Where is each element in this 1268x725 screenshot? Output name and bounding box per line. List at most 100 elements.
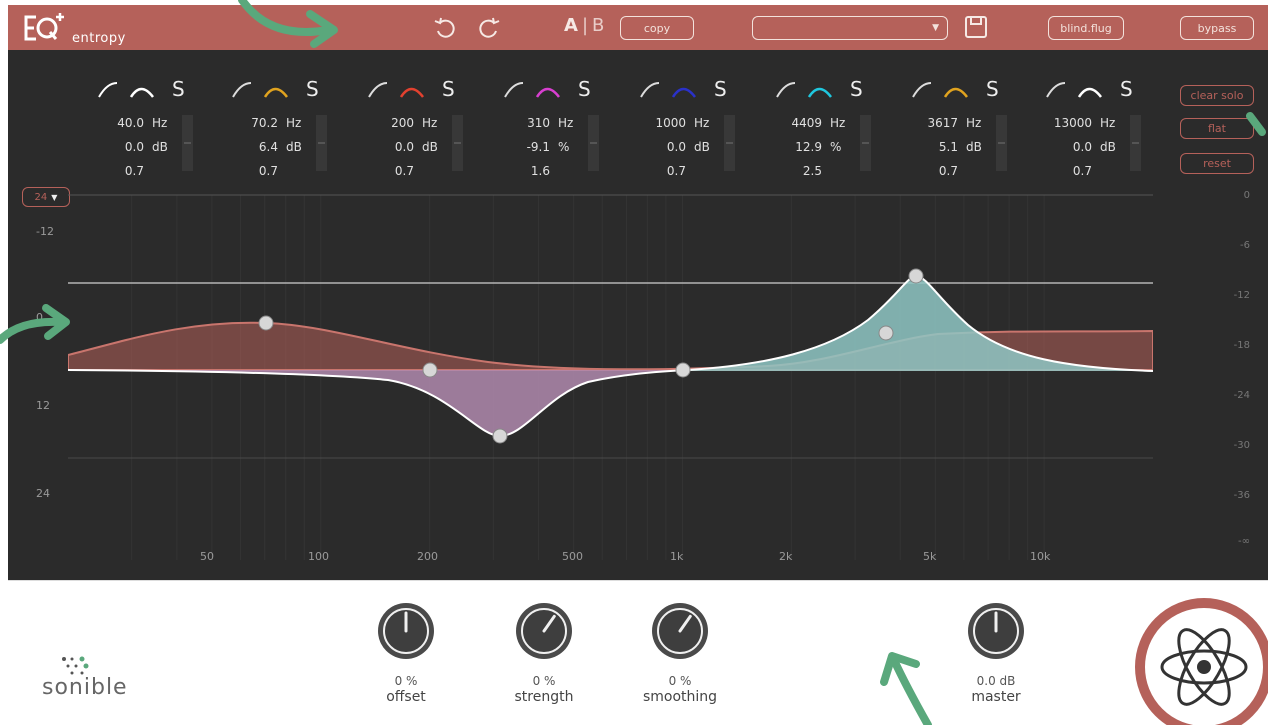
top-bar: entropy A | B copy ▼ blind.flug bypass xyxy=(8,5,1268,50)
plugin-panel: S 40.0 Hz 0.0 dB 0.7 S 70.2 Hz 6.4 dB 0.7 S 200 Hz 0.0 d… xyxy=(8,50,1268,580)
knob-strength[interactable]: 0 % strength xyxy=(484,581,604,716)
annotation-arrow-right-icon xyxy=(1246,112,1266,136)
band-handle[interactable] xyxy=(908,268,924,284)
band-handle[interactable] xyxy=(422,362,438,378)
redo-icon[interactable] xyxy=(476,15,502,41)
solo-button[interactable]: S xyxy=(850,77,863,101)
frequency-label: 2k xyxy=(779,550,793,563)
eq-graph[interactable] xyxy=(68,190,1153,560)
knob-dial-icon[interactable] xyxy=(650,601,710,661)
band-gain[interactable]: 0.0 xyxy=(624,135,686,159)
bottom-panel: sonible 0 % offset 0 % strength 0 % smoothing… xyxy=(8,580,1268,725)
preset-dropdown[interactable]: ▼ xyxy=(752,16,948,40)
level-label: -12 xyxy=(1233,290,1250,301)
band-q[interactable]: 2.5 xyxy=(760,159,822,183)
frequency-label: 100 xyxy=(308,550,329,563)
ab-b-label[interactable]: B xyxy=(592,15,604,36)
band-frequency-unit: Hz xyxy=(152,116,168,130)
band-7[interactable]: S 3617 Hz 5.1 dB 0.7 xyxy=(896,77,1026,187)
solo-button[interactable]: S xyxy=(578,77,591,101)
knob-dial-icon[interactable] xyxy=(966,601,1026,661)
chevron-down-icon: ▼ xyxy=(51,192,58,202)
bypass-button[interactable]: bypass xyxy=(1180,16,1254,40)
band-6[interactable]: S 4409 Hz 12.9% 2.5 xyxy=(760,77,890,187)
range-value: 24 xyxy=(34,191,48,203)
entropy-atom-icon[interactable] xyxy=(1134,597,1268,725)
band-gain[interactable]: 0.0 xyxy=(1030,135,1092,159)
clear-solo-button[interactable]: clear solo xyxy=(1180,85,1254,106)
band-4[interactable]: S 310 Hz -9.1% 1.6 xyxy=(488,77,618,187)
band-gain[interactable]: 12.9 xyxy=(760,135,822,159)
solo-button[interactable]: S xyxy=(714,77,727,101)
range-select[interactable]: 24 ▼ xyxy=(22,187,70,207)
knob-value: 0 % xyxy=(394,674,418,688)
band-gain[interactable]: 0.0 xyxy=(352,135,414,159)
level-label: -18 xyxy=(1233,340,1250,351)
band-1[interactable]: S 40.0 Hz 0.0 dB 0.7 xyxy=(82,77,212,187)
band-q[interactable]: 0.7 xyxy=(352,159,414,183)
level-label: -36 xyxy=(1233,490,1250,501)
knob-label: master xyxy=(971,689,1021,705)
save-icon[interactable] xyxy=(964,15,988,39)
band-handle[interactable] xyxy=(258,315,274,331)
ab-switch[interactable]: A | B xyxy=(564,15,604,36)
solo-button[interactable]: S xyxy=(986,77,999,101)
gain-label: 12 xyxy=(36,399,50,412)
band-frequency[interactable]: 40.0 xyxy=(82,111,144,135)
copy-button[interactable]: copy xyxy=(620,16,694,40)
band-frequency[interactable]: 13000 xyxy=(1030,111,1092,135)
band-handle[interactable] xyxy=(878,325,894,341)
band-q[interactable]: 0.7 xyxy=(624,159,686,183)
undo-icon[interactable] xyxy=(432,15,458,41)
band-3[interactable]: S 200 Hz 0.0 dB 0.7 xyxy=(352,77,482,187)
band-frequency[interactable]: 1000 xyxy=(624,111,686,135)
band-q[interactable]: 0.7 xyxy=(1030,159,1092,183)
band-frequency-unit: Hz xyxy=(286,116,302,130)
band-frequency[interactable]: 310 xyxy=(488,111,550,135)
band-frequency[interactable]: 70.2 xyxy=(216,111,278,135)
solo-button[interactable]: S xyxy=(442,77,455,101)
knob-master[interactable]: 0.0 dB master xyxy=(936,581,1056,716)
annotation-arrow-left-icon xyxy=(0,304,70,344)
frequency-label: 200 xyxy=(417,550,438,563)
band-q[interactable]: 0.7 xyxy=(896,159,958,183)
solo-button[interactable]: S xyxy=(306,77,319,101)
frequency-label: 5k xyxy=(923,550,937,563)
band-frequency-unit: Hz xyxy=(966,116,982,130)
band-q[interactable]: 1.6 xyxy=(488,159,550,183)
knob-offset[interactable]: 0 % offset xyxy=(346,581,466,716)
band-gain[interactable]: 5.1 xyxy=(896,135,958,159)
band-5[interactable]: S 1000 Hz 0.0 dB 0.7 xyxy=(624,77,754,187)
band-gain-unit: dB xyxy=(152,140,168,154)
band-gain-unit: dB xyxy=(422,140,438,154)
band-frequency[interactable]: 3617 xyxy=(896,111,958,135)
flat-button[interactable]: flat xyxy=(1180,118,1254,139)
frequency-label: 50 xyxy=(200,550,214,563)
band-q[interactable]: 0.7 xyxy=(216,159,278,183)
vendor-logo-text: sonible xyxy=(42,675,128,700)
sonible-logo-icon xyxy=(62,656,89,675)
band-gain-unit: % xyxy=(830,140,842,154)
band-frequency[interactable]: 200 xyxy=(352,111,414,135)
band-gain[interactable]: 0.0 xyxy=(82,135,144,159)
band-handle[interactable] xyxy=(492,428,508,444)
knob-dial-icon[interactable] xyxy=(514,601,574,661)
solo-button[interactable]: S xyxy=(172,77,185,101)
band-gain[interactable]: -9.1 xyxy=(488,135,550,159)
knob-dial-icon[interactable] xyxy=(376,601,436,661)
knob-smoothing[interactable]: 0 % smoothing xyxy=(620,581,740,716)
band-gain[interactable]: 6.4 xyxy=(216,135,278,159)
solo-button[interactable]: S xyxy=(1120,77,1133,101)
band-level-meter xyxy=(182,115,193,171)
band-8[interactable]: S 13000 Hz 0.0 dB 0.7 xyxy=(1030,77,1160,187)
band-handle[interactable] xyxy=(675,362,691,378)
blind-flug-button[interactable]: blind.flug xyxy=(1048,16,1124,40)
ab-a-label[interactable]: A xyxy=(564,15,578,36)
band-q[interactable]: 0.7 xyxy=(82,159,144,183)
band-frequency-unit: Hz xyxy=(1100,116,1116,130)
product-name: entropy xyxy=(72,31,126,46)
frequency-label: 10k xyxy=(1030,550,1051,563)
band-2[interactable]: S 70.2 Hz 6.4 dB 0.7 xyxy=(216,77,346,187)
band-frequency[interactable]: 4409 xyxy=(760,111,822,135)
reset-button[interactable]: reset xyxy=(1180,153,1254,174)
